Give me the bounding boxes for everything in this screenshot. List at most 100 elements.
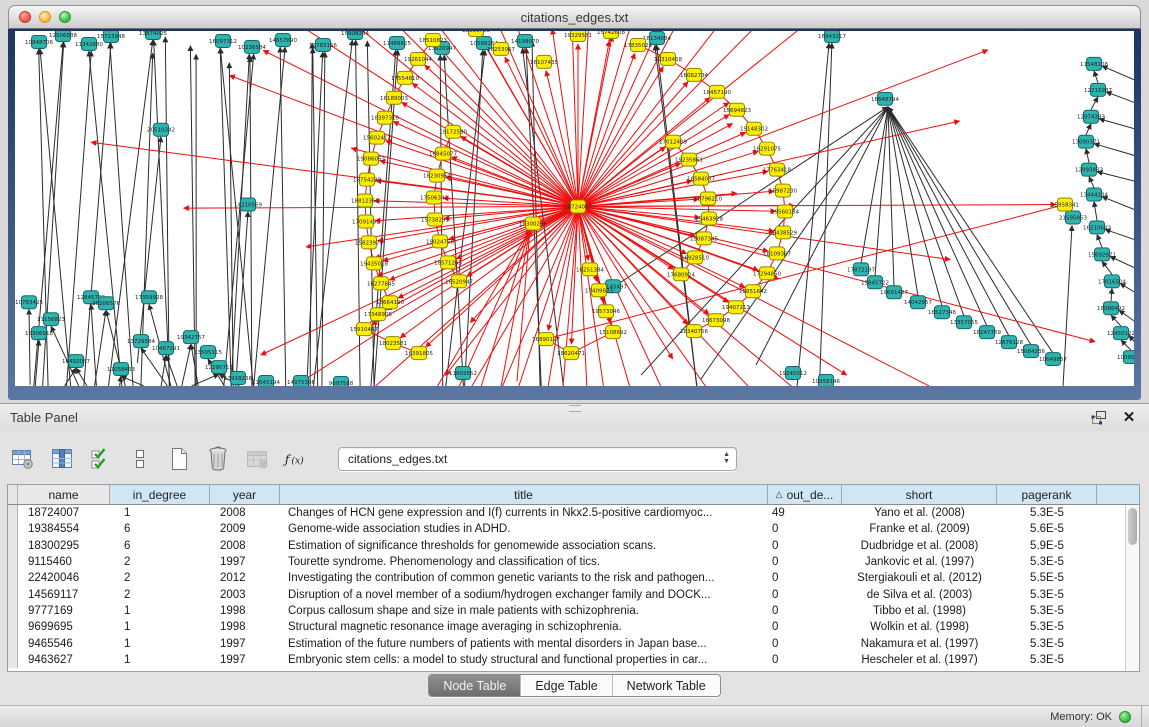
float-window-icon[interactable] bbox=[1089, 409, 1109, 427]
graph-node-label: 16890127 bbox=[532, 337, 560, 343]
cell-name: 9699695 bbox=[18, 621, 110, 633]
delete-table-icon[interactable] bbox=[244, 446, 270, 472]
graph-node-label: 10467291 bbox=[152, 346, 180, 352]
graph-node-label: 20206576 bbox=[92, 301, 120, 307]
table-vertical-scrollbar[interactable] bbox=[1125, 505, 1139, 671]
table-row[interactable]: 911546021997Tourette syndrome. Phenomeno… bbox=[8, 554, 1139, 570]
graph-node-label: 18247769 bbox=[973, 330, 1001, 336]
table-row[interactable]: 946362711997Embryonic stem cells: a mode… bbox=[8, 652, 1139, 668]
table-toolbar: ƒ (x) citations_edges.txt ▲▼ bbox=[10, 441, 737, 477]
graph-node-label: 15910467 bbox=[350, 327, 378, 333]
select-all-icon[interactable] bbox=[88, 446, 114, 472]
cell-year: 1997 bbox=[210, 638, 280, 650]
graph-node-label: 18397316 bbox=[371, 116, 399, 122]
graph-node-label: 11548108 bbox=[1080, 62, 1108, 68]
cell-pagerank: 5.5E-5 bbox=[997, 572, 1097, 584]
close-window-icon[interactable] bbox=[19, 11, 31, 23]
graph-node-label: 15987230 bbox=[769, 189, 797, 195]
cell-out_de: 0 bbox=[768, 523, 842, 535]
cell-out_de: 0 bbox=[768, 589, 842, 601]
graph-node-label: 18796210 bbox=[694, 197, 722, 203]
column-header-name[interactable]: name bbox=[18, 485, 110, 504]
show-columns-icon[interactable] bbox=[49, 446, 75, 472]
row-header-gutter bbox=[8, 485, 18, 504]
graph-node-label: 18086492 bbox=[1097, 306, 1125, 312]
column-header-short[interactable]: short bbox=[842, 485, 997, 504]
cell-year: 1997 bbox=[210, 654, 280, 666]
graph-node-label: 19435018 bbox=[360, 261, 388, 267]
cell-name: 9777169 bbox=[18, 605, 110, 617]
cell-in_degree: 2 bbox=[110, 556, 210, 568]
minimize-window-icon[interactable] bbox=[39, 11, 51, 23]
graph-node-label: 10649857 bbox=[1039, 357, 1067, 363]
cell-pagerank: 5.3E-5 bbox=[997, 621, 1097, 633]
row-header-gutter bbox=[8, 619, 18, 635]
graph-node-label: 17012489 bbox=[659, 140, 687, 146]
network-canvas[interactable]: 1084870612506838113426801572394813874025… bbox=[15, 31, 1134, 386]
graph-node-label: 16527348 bbox=[928, 310, 956, 316]
tab-edge-table[interactable]: Edge Table bbox=[520, 675, 611, 696]
graph-node-label: 13918236 bbox=[224, 376, 252, 382]
graph-node-label: 15845722 bbox=[861, 280, 889, 286]
network-graph[interactable]: 1084870612506838113426801572394813874025… bbox=[15, 31, 1134, 386]
column-header-in_degree[interactable]: in_degree bbox=[110, 485, 210, 504]
graph-node-label: 12290718 bbox=[205, 365, 233, 371]
delete-column-icon[interactable] bbox=[205, 446, 231, 472]
table-row[interactable]: 1456911722003Disruption of a novel membe… bbox=[8, 586, 1139, 602]
column-header-title[interactable]: title bbox=[280, 485, 768, 504]
column-header-year[interactable]: year bbox=[210, 485, 280, 504]
tab-network-table[interactable]: Network Table bbox=[612, 675, 720, 696]
graph-node-label: 15823970 bbox=[355, 240, 383, 246]
graph-node-label: 16754229 bbox=[353, 178, 381, 184]
table-row[interactable]: 946554611997Estimation of the future num… bbox=[8, 635, 1139, 651]
graph-node-label: 12676128 bbox=[995, 340, 1023, 346]
cell-title: Changes of HCN gene expression and I(f) … bbox=[280, 507, 768, 519]
graph-node-label: 19342757 bbox=[177, 335, 205, 341]
cell-name: 22420046 bbox=[18, 572, 110, 584]
graph-node-label: 12974393 bbox=[1077, 115, 1105, 121]
graph-node-label: 19310458 bbox=[654, 57, 682, 63]
status-bar: Memory: OK bbox=[0, 705, 1149, 727]
table-row[interactable]: 2242004622012Investigating the contribut… bbox=[8, 570, 1139, 586]
new-column-icon[interactable] bbox=[166, 446, 192, 472]
cell-in_degree: 1 bbox=[110, 621, 210, 633]
graph-node-label: 13357055 bbox=[950, 320, 978, 326]
column-header-pagerank[interactable]: pagerank bbox=[997, 485, 1097, 504]
graph-node-label: 12450122 bbox=[1107, 331, 1134, 337]
table-panel-header: Table Panel ✕ bbox=[0, 404, 1149, 431]
cell-title: Estimation of the future numbers of pati… bbox=[280, 638, 768, 650]
graph-node-label: 21595853 bbox=[1059, 215, 1087, 221]
cell-year: 2003 bbox=[210, 589, 280, 601]
graph-node-label: 19329581 bbox=[564, 33, 592, 39]
table-row[interactable]: 1830029562008Estimation of significance … bbox=[8, 538, 1139, 554]
table-type-segmented-control: Node TableEdge TableNetwork Table bbox=[428, 674, 720, 697]
close-panel-icon[interactable]: ✕ bbox=[1119, 409, 1139, 427]
table-row[interactable]: 1872400712008Changes of HCN gene express… bbox=[8, 505, 1139, 521]
table-selector-dropdown[interactable]: citations_edges.txt ▲▼ bbox=[338, 447, 737, 471]
graph-node-label: 16277845 bbox=[367, 281, 395, 287]
graph-node-label: 16492057 bbox=[62, 359, 90, 365]
table-row[interactable]: 1938455462009Genome-wide association stu… bbox=[8, 521, 1139, 537]
graph-node-label: 14042957 bbox=[904, 300, 932, 306]
table-row[interactable]: 977716911998Corpus callosum shape and si… bbox=[8, 603, 1139, 619]
function-builder-icon[interactable]: ƒ (x) bbox=[283, 446, 309, 472]
scrollbar-thumb[interactable] bbox=[1128, 508, 1137, 545]
table-row[interactable]: 969969511998Structural magnetic resonanc… bbox=[8, 619, 1139, 635]
panel-resize-grip[interactable] bbox=[569, 405, 581, 412]
graph-node-label: 19172530 bbox=[439, 130, 467, 136]
unselect-all-icon[interactable] bbox=[127, 446, 153, 472]
row-header-gutter bbox=[8, 652, 18, 668]
graph-node-label: 12215987 bbox=[1084, 88, 1112, 94]
graph-node-label: 16928510 bbox=[681, 255, 709, 261]
zoom-window-icon[interactable] bbox=[59, 11, 71, 23]
table-mode-icon[interactable] bbox=[10, 446, 36, 472]
memory-ok-indicator-icon[interactable] bbox=[1119, 711, 1131, 723]
cell-pagerank: 5.3E-5 bbox=[997, 556, 1097, 568]
graph-node-label: 18109367 bbox=[763, 251, 791, 257]
column-header-out_de[interactable]: △out_de... bbox=[768, 485, 842, 504]
graph-node-label: 16520947 bbox=[445, 279, 473, 285]
tab-node-table[interactable]: Node Table bbox=[429, 675, 520, 696]
graph-node-label: 16210643 bbox=[1083, 225, 1111, 231]
network-window-titlebar[interactable]: citations_edges.txt bbox=[8, 5, 1141, 29]
cell-title: Embryonic stem cells: a model to study s… bbox=[280, 654, 768, 666]
